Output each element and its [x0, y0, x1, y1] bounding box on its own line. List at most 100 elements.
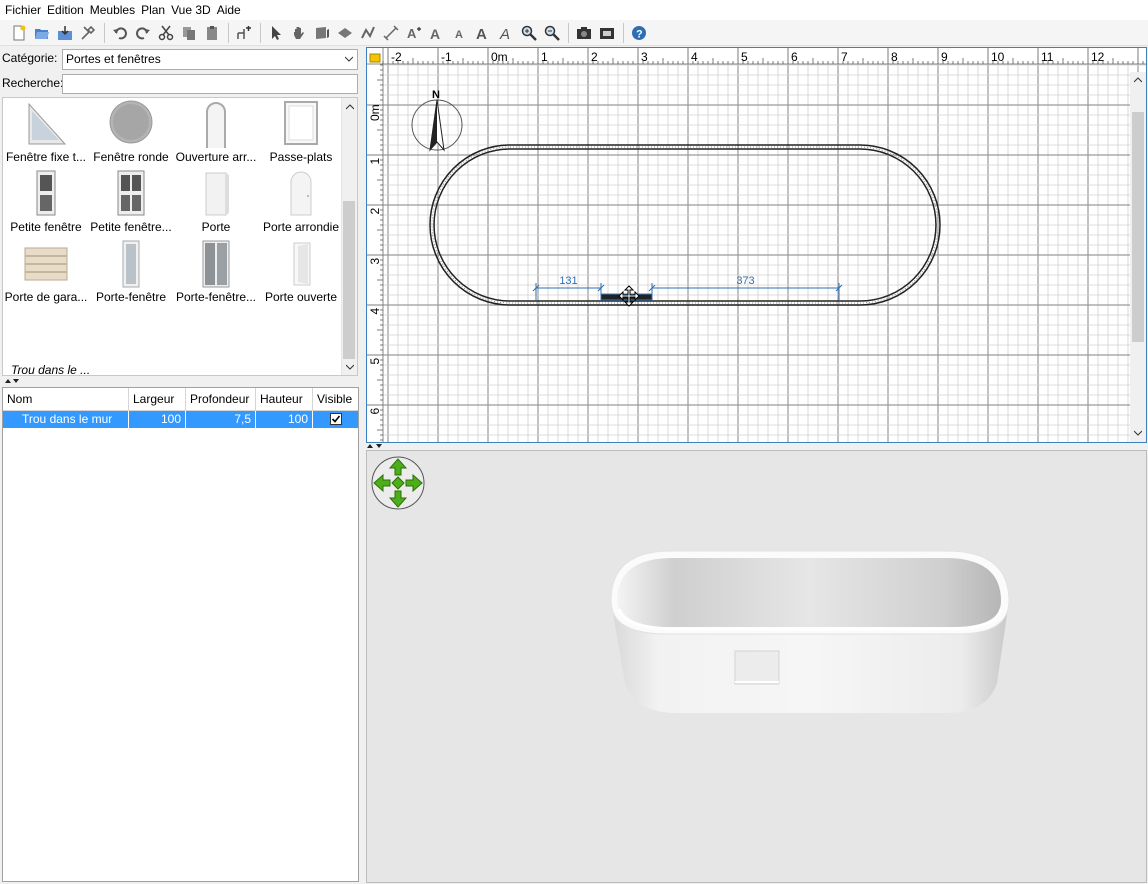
- menu-meubles[interactable]: Meubles: [87, 0, 138, 20]
- menu-vue3d[interactable]: Vue 3D: [168, 0, 214, 20]
- photo-icon[interactable]: [573, 22, 595, 44]
- bold-icon[interactable]: A: [472, 22, 494, 44]
- catalog-item[interactable]: Ouverture arr...: [173, 98, 259, 168]
- preferences-icon[interactable]: [77, 22, 99, 44]
- catalog-item[interactable]: Petite fenêtre: [3, 168, 89, 238]
- ruler-x-label: 11: [1041, 50, 1054, 64]
- furniture-table: Nom Largeur Profondeur Hauteur Visible T…: [2, 387, 359, 882]
- create-rooms-icon[interactable]: [334, 22, 356, 44]
- svg-text:A: A: [499, 26, 510, 41]
- column-header-hauteur[interactable]: Hauteur: [256, 388, 313, 411]
- catalog-item[interactable]: Passe-plats: [258, 98, 344, 168]
- table-row[interactable]: Trou dans le mur 100 7,5 100: [3, 411, 358, 428]
- checkmark-icon: [331, 415, 340, 423]
- svg-text:?: ?: [636, 28, 643, 40]
- ruler-y-label: 2: [368, 208, 382, 215]
- cell-depth: 7,5: [186, 411, 256, 428]
- catalog-scroll-thumb[interactable]: [343, 201, 355, 359]
- catalog-item[interactable]: Porte-fenêtre...: [173, 238, 259, 308]
- dimension-label: 373: [736, 275, 754, 287]
- svg-text:A: A: [430, 26, 440, 41]
- catalog-scrollbar[interactable]: [341, 98, 357, 375]
- menu-edition[interactable]: Edition: [44, 0, 87, 20]
- catalog-item[interactable]: Petite fenêtre...: [88, 168, 174, 238]
- add-furniture-icon[interactable]: [233, 22, 255, 44]
- 3d-wall-model[interactable]: [610, 550, 1010, 713]
- navigation-arrows-icon[interactable]: [371, 456, 425, 510]
- visible-checkbox[interactable]: [329, 413, 342, 425]
- video-icon[interactable]: [596, 22, 618, 44]
- ruler-x-label: 6: [791, 50, 798, 64]
- ruler-x-label: 7: [841, 50, 848, 64]
- pass-through-thumbnail: [284, 101, 318, 145]
- catalog-item[interactable]: Fenêtre ronde: [88, 98, 174, 168]
- redo-icon[interactable]: [132, 22, 154, 44]
- column-header-largeur[interactable]: Largeur: [129, 388, 186, 411]
- cut-icon[interactable]: [155, 22, 177, 44]
- chevron-down-icon: [345, 56, 353, 62]
- menu-aide[interactable]: Aide: [214, 0, 244, 20]
- plan-scrollbar[interactable]: [1130, 72, 1146, 442]
- 3d-view[interactable]: [366, 450, 1147, 883]
- ruler-x-label: 9: [941, 50, 948, 64]
- select-icon[interactable]: [265, 22, 287, 44]
- create-polylines-icon[interactable]: [357, 22, 379, 44]
- search-input[interactable]: [62, 74, 358, 94]
- plan-scroll-thumb[interactable]: [1132, 112, 1144, 342]
- scroll-up-icon[interactable]: [346, 104, 354, 110]
- help-icon[interactable]: ?: [628, 22, 650, 44]
- scroll-down-icon[interactable]: [346, 364, 354, 370]
- dimension-label: 131: [559, 275, 577, 287]
- zoom-out-icon[interactable]: [541, 22, 563, 44]
- scroll-down-icon[interactable]: [1134, 430, 1142, 436]
- cell-name: Trou dans le mur: [3, 411, 129, 428]
- catalog-item-partial[interactable]: Trou dans le ...: [11, 363, 90, 375]
- italic-icon[interactable]: A: [495, 22, 517, 44]
- splitter-arrows-icon[interactable]: [366, 443, 384, 449]
- ruler-y-label: 4: [368, 308, 382, 315]
- paste-icon[interactable]: [201, 22, 223, 44]
- table-header: Nom Largeur Profondeur Hauteur Visible: [3, 388, 358, 411]
- menu-fichier[interactable]: Fichier: [2, 0, 44, 20]
- add-text-icon[interactable]: A: [403, 22, 425, 44]
- catalog-item[interactable]: Fenêtre fixe t...: [3, 98, 89, 168]
- zoom-in-icon[interactable]: [518, 22, 540, 44]
- corner-folder-icon[interactable]: [369, 53, 381, 63]
- menu-plan[interactable]: Plan: [138, 0, 168, 20]
- svg-text:A: A: [455, 29, 463, 41]
- increase-text-icon[interactable]: A: [426, 22, 448, 44]
- small-window-thumbnail: [36, 170, 56, 216]
- compass-label: N: [432, 89, 440, 101]
- splitter-arrows-icon[interactable]: [4, 378, 20, 384]
- cell-width: 100: [129, 411, 186, 428]
- catalog-item[interactable]: Porte de gara...: [3, 238, 89, 308]
- move-cursor-icon: [618, 285, 640, 307]
- create-dimensions-icon[interactable]: [380, 22, 402, 44]
- garage-door-thumbnail: [24, 247, 68, 281]
- create-walls-icon[interactable]: [311, 22, 333, 44]
- catalog-item[interactable]: Porte-fenêtre: [88, 238, 174, 308]
- open-icon[interactable]: [31, 22, 53, 44]
- plan-view[interactable]: -2 -1 0m 1 2 3 4 5 6 7 8 9 10 11 12 0m 1 2 3 4 5 6 N 131 373: [366, 47, 1147, 443]
- catalog-item[interactable]: Porte ouverte: [258, 238, 344, 308]
- scroll-up-icon[interactable]: [1134, 77, 1142, 83]
- column-header-nom[interactable]: Nom: [3, 388, 129, 411]
- decrease-text-icon[interactable]: A: [449, 22, 471, 44]
- category-select[interactable]: Portes et fenêtres: [62, 49, 358, 70]
- undo-icon[interactable]: [109, 22, 131, 44]
- french-window-thumbnail: [122, 240, 140, 288]
- pan-icon[interactable]: [288, 22, 310, 44]
- save-icon[interactable]: [54, 22, 76, 44]
- catalog-item[interactable]: Porte arrondie: [258, 168, 344, 238]
- copy-icon[interactable]: [178, 22, 200, 44]
- plan-canvas[interactable]: -2 -1 0m 1 2 3 4 5 6 7 8 9 10 11 120m123456N131 373: [367, 48, 1147, 443]
- toolbar-separator: [228, 22, 229, 43]
- toolbar-separator: [260, 22, 261, 43]
- 3d-canvas[interactable]: [367, 451, 1147, 883]
- column-header-visible[interactable]: Visible: [313, 388, 358, 411]
- new-icon[interactable]: [8, 22, 30, 44]
- column-header-profondeur[interactable]: Profondeur: [186, 388, 256, 411]
- category-label: Catégorie:: [2, 51, 58, 65]
- catalog-item[interactable]: Porte: [173, 168, 259, 238]
- catalog-list: Fenêtre fixe t... Fenêtre ronde Ouvertur…: [2, 97, 358, 376]
